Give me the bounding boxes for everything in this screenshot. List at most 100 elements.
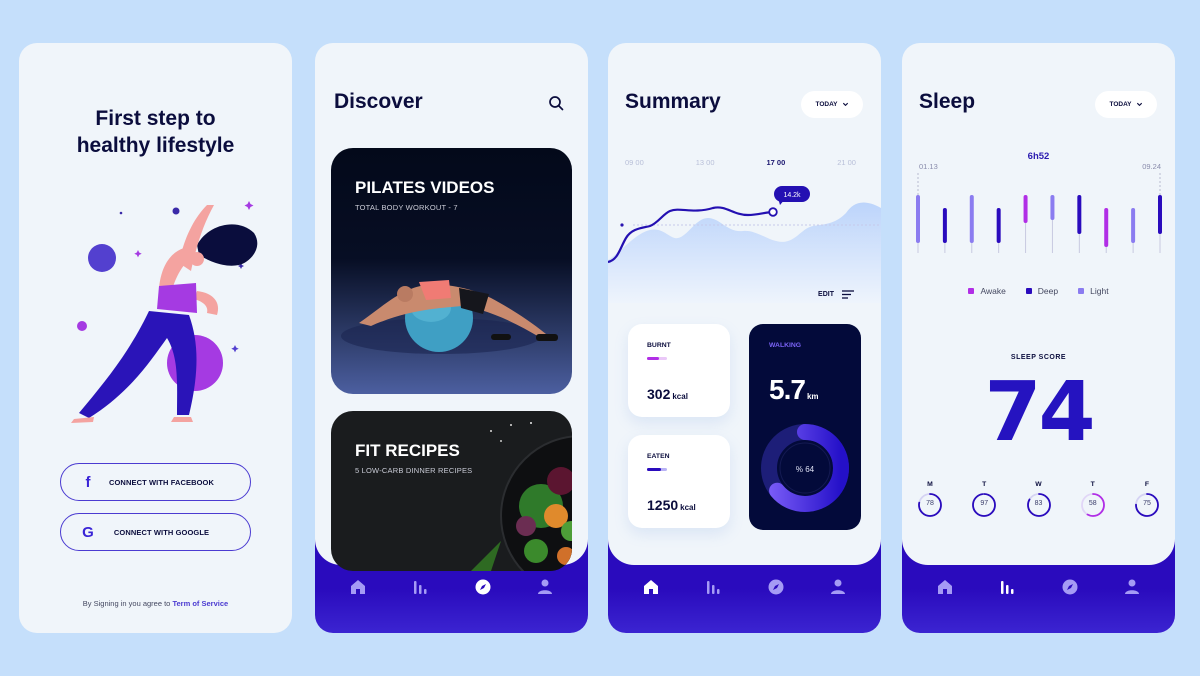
burnt-card[interactable]: BURNT 302 kcal — [628, 324, 730, 417]
day-score[interactable]: F 75 — [1133, 481, 1161, 518]
user-icon — [1124, 579, 1139, 594]
average-marker — [620, 223, 624, 227]
area-series — [608, 202, 881, 303]
sleep-bar-deep — [1158, 195, 1162, 234]
search-icon[interactable] — [548, 95, 564, 111]
nav-stats[interactable] — [408, 575, 432, 599]
nav-stats[interactable] — [701, 575, 725, 599]
activity-chart: 14.2k — [608, 186, 881, 303]
sleep-duration: 6h52 — [1027, 151, 1050, 162]
burnt-label: BURNT — [647, 342, 671, 349]
eaten-value: 1250 kcal — [647, 497, 696, 513]
chevron-down-icon — [842, 102, 848, 107]
compass-icon — [475, 579, 491, 595]
google-icon: G — [82, 523, 94, 541]
bottom-nav-items — [608, 575, 881, 599]
nav-profile[interactable] — [533, 575, 557, 599]
time-label: 09 00 — [625, 158, 644, 167]
nav-home[interactable] — [639, 575, 663, 599]
nav-discover[interactable] — [1058, 575, 1082, 599]
chevron-down-icon — [1136, 102, 1142, 107]
sleep-score-value: 74 — [984, 365, 1095, 460]
nav-discover[interactable] — [471, 575, 495, 599]
walking-percent: % 64 — [795, 465, 815, 474]
nav-profile[interactable] — [826, 575, 850, 599]
bottom-nav-items — [315, 575, 588, 599]
bar-chart-icon — [707, 581, 720, 594]
walking-value: 5.7 km — [769, 374, 819, 405]
nav-stats[interactable] — [995, 575, 1019, 599]
sleep-bar-awake — [1104, 208, 1109, 247]
nav-discover[interactable] — [764, 575, 788, 599]
bar-chart-icon — [1001, 581, 1014, 594]
sleep-bar-light — [969, 195, 974, 243]
home-icon — [644, 580, 659, 594]
card-title: PILATES VIDEOS — [355, 178, 495, 197]
sleep-bar-light — [1131, 208, 1136, 243]
edit-button[interactable]: EDIT — [818, 290, 854, 299]
terms-text: By Signing in you agree to Term of Servi… — [82, 599, 229, 608]
connect-facebook-button[interactable]: f CONNECT WITH FACEBOOK — [60, 463, 251, 501]
current-point — [768, 207, 778, 217]
day-score[interactable]: M 78 — [916, 481, 944, 518]
discover-screen: Discover PILATES VIDEOS TOTAL BODY WORKO… — [315, 43, 588, 633]
pilates-videos-card[interactable]: PILATES VIDEOS TOTAL BODY WORKOUT - 7 — [331, 148, 572, 394]
burnt-progress — [647, 357, 667, 360]
onboarding-title: First step to healthy lifestyle — [76, 107, 235, 157]
bar-chart-icon — [414, 581, 427, 594]
period-dropdown[interactable]: TODAY — [1095, 91, 1157, 118]
nav-home[interactable] — [933, 575, 957, 599]
card-title: FIT RECIPES — [355, 441, 460, 460]
nav-home[interactable] — [346, 575, 370, 599]
card-subtitle: 5 LOW-CARB DINNER RECIPES — [355, 466, 473, 475]
sleep-bar-deep — [1077, 195, 1082, 234]
card-subtitle: TOTAL BODY WORKOUT - 7 — [355, 203, 458, 212]
eaten-card[interactable]: EATEN 1250 kcal — [628, 435, 730, 528]
legend-awake: Awake — [968, 286, 1006, 296]
connect-facebook-label: CONNECT WITH FACEBOOK — [108, 477, 214, 487]
eaten-label: EATEN — [647, 453, 670, 460]
sleep-bar-light — [916, 195, 920, 243]
sleep-bar-deep — [942, 208, 947, 243]
eaten-progress — [647, 468, 667, 471]
salad-plate-photo — [471, 422, 572, 571]
woman-exercising-illustration — [71, 201, 258, 423]
facebook-icon: f — [85, 473, 91, 491]
walking-card[interactable]: WALKING 5.7 km % 64 — [749, 324, 861, 530]
tooltip-value: 14.2k — [783, 192, 801, 199]
sleep-bar-light — [1050, 195, 1055, 220]
period-dropdown[interactable]: TODAY — [801, 91, 863, 118]
sleep-score-label: SLEEP SCORE — [1010, 354, 1067, 361]
daily-scores: M 78 T 97 W 83 T 58 F 75 — [916, 481, 1161, 518]
day-score[interactable]: T 97 — [970, 481, 998, 518]
legend-light: Light — [1078, 286, 1109, 296]
summary-screen: Summary TODAY 09 00 13 00 17 00 21 00 14… — [608, 43, 881, 633]
fit-recipes-card[interactable]: FIT RECIPES 5 LOW-CARB DINNER RECIPES — [331, 411, 572, 571]
sleep-start-time: 01.13 — [919, 162, 938, 171]
user-icon — [830, 579, 845, 594]
compass-icon — [1062, 579, 1078, 595]
nav-profile[interactable] — [1120, 575, 1144, 599]
page-title: Sleep — [919, 90, 976, 113]
sleep-bar-deep — [996, 208, 1001, 243]
home-icon — [351, 580, 366, 594]
connect-google-label: CONNECT WITH GOOGLE — [113, 527, 210, 537]
connect-google-button[interactable]: G CONNECT WITH GOOGLE — [60, 513, 251, 551]
page-title: Discover — [334, 90, 423, 113]
home-icon — [938, 580, 953, 594]
day-score[interactable]: T 58 — [1079, 481, 1107, 518]
bottom-nav-items — [902, 575, 1175, 599]
walking-label: WALKING — [769, 342, 802, 349]
compass-icon — [768, 579, 784, 595]
onboarding-screen: First step to healthy lifestyle f CONNEC… — [19, 43, 292, 633]
day-score[interactable]: W 83 — [1025, 481, 1053, 518]
sleep-legend: Awake Deep Light — [902, 286, 1175, 296]
sleep-bar-awake — [1023, 195, 1028, 223]
time-label-active: 17 00 — [766, 158, 786, 167]
legend-deep: Deep — [1025, 286, 1058, 296]
terms-of-service-link[interactable]: Term of Service — [172, 599, 228, 608]
sleep-screen: Sleep TODAY 6h52 01.13 09.24 Awake Deep … — [902, 43, 1175, 633]
burnt-value: 302 kcal — [647, 386, 688, 402]
user-icon — [537, 579, 552, 594]
sleep-end-time: 09.24 — [1142, 162, 1161, 171]
